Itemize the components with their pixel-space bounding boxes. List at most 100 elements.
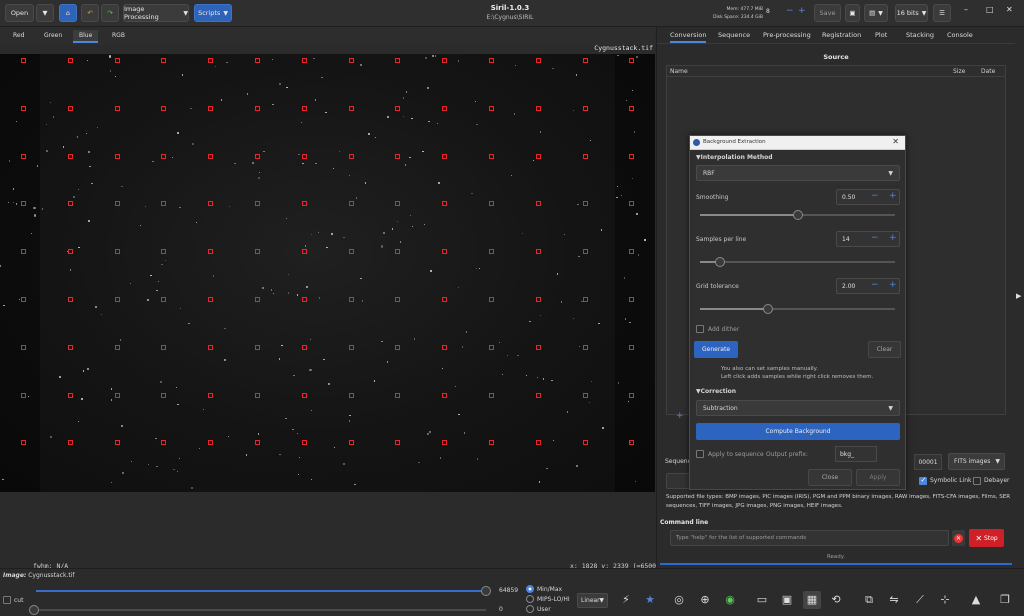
output-format-select[interactable]: FITS images ▼ xyxy=(948,453,1005,470)
background-sample-marker[interactable] xyxy=(21,297,26,302)
background-sample-marker[interactable] xyxy=(161,392,167,398)
background-sample-marker[interactable] xyxy=(67,344,73,350)
redo-button[interactable]: ↷ xyxy=(101,4,119,22)
interpolation-method-select[interactable]: RBF ▼ xyxy=(696,165,900,181)
background-sample-marker[interactable] xyxy=(114,153,120,159)
background-sample-marker[interactable] xyxy=(535,249,541,255)
samples-per-line-spinner[interactable]: 14 − + xyxy=(836,231,900,247)
snapshot-icon[interactable]: ▣ xyxy=(778,591,796,609)
histogram-icon[interactable]: ▦ xyxy=(803,591,821,609)
apply-button[interactable]: Apply xyxy=(856,469,900,486)
background-sample-marker[interactable] xyxy=(489,153,494,159)
background-sample-marker[interactable] xyxy=(255,58,260,63)
background-sample-marker[interactable] xyxy=(21,153,26,159)
zoom-fit-icon[interactable]: ◎ xyxy=(670,591,688,609)
background-sample-marker[interactable] xyxy=(629,392,635,398)
samples-per-line-slider[interactable] xyxy=(700,257,895,267)
background-sample-marker[interactable] xyxy=(582,344,588,350)
background-sample-marker[interactable] xyxy=(489,297,494,302)
background-sample-marker[interactable] xyxy=(21,58,26,63)
background-sample-marker[interactable] xyxy=(301,344,307,350)
background-sample-marker[interactable] xyxy=(208,201,214,207)
background-sample-marker[interactable] xyxy=(489,249,494,255)
close-window-button[interactable]: ✕ xyxy=(1006,5,1013,14)
background-sample-marker[interactable] xyxy=(348,440,354,446)
tab-console[interactable]: Console xyxy=(947,31,973,39)
apply-to-sequence-checkbox[interactable] xyxy=(696,450,704,458)
tab-stacking[interactable]: Stacking xyxy=(906,31,934,39)
mips-radio[interactable] xyxy=(526,595,534,603)
background-sample-marker[interactable] xyxy=(442,440,448,446)
background-sample-marker[interactable] xyxy=(21,440,26,446)
interpolation-section[interactable]: ▼Interpolation Method xyxy=(696,154,773,161)
background-sample-marker[interactable] xyxy=(442,297,448,302)
stretch-mode-select[interactable]: Linear ▼ xyxy=(577,593,608,608)
background-sample-marker[interactable] xyxy=(67,249,73,255)
background-sample-marker[interactable] xyxy=(208,105,214,111)
background-sample-marker[interactable] xyxy=(255,392,260,398)
minmax-radio[interactable] xyxy=(526,585,534,593)
slider-handle[interactable] xyxy=(763,304,774,314)
background-sample-marker[interactable] xyxy=(535,201,541,207)
save-as-menu[interactable]: ▤ ▼ xyxy=(864,4,888,22)
correction-section[interactable]: ▼Correction xyxy=(696,388,736,395)
generate-button[interactable]: Generate xyxy=(694,341,738,358)
stats-icon[interactable]: ▲ xyxy=(967,591,985,609)
increment-icon[interactable]: + xyxy=(889,280,897,290)
tab-rgb[interactable]: RGB xyxy=(106,30,131,41)
background-sample-marker[interactable] xyxy=(114,105,120,111)
background-sample-marker[interactable] xyxy=(255,249,260,255)
main-menu-button[interactable]: ☰ xyxy=(933,4,951,22)
background-sample-marker[interactable] xyxy=(442,344,448,350)
home-button[interactable]: ⌂ xyxy=(59,4,77,22)
background-sample-marker[interactable] xyxy=(489,58,494,63)
background-sample-marker[interactable] xyxy=(161,105,167,111)
background-sample-marker[interactable] xyxy=(348,201,354,207)
clear-samples-button[interactable]: Clear xyxy=(868,341,901,358)
crop-icon[interactable]: ⧉ xyxy=(860,591,878,609)
background-sample-marker[interactable] xyxy=(582,440,588,446)
tab-red[interactable]: Red xyxy=(7,30,30,41)
background-sample-marker[interactable] xyxy=(442,392,448,398)
background-sample-marker[interactable] xyxy=(208,58,214,63)
low-threshold-slider[interactable] xyxy=(36,609,486,611)
background-sample-marker[interactable] xyxy=(535,440,541,446)
tab-registration[interactable]: Registration xyxy=(822,31,861,39)
background-sample-marker[interactable] xyxy=(21,201,26,207)
background-sample-marker[interactable] xyxy=(489,344,494,350)
undo-button[interactable]: ↶ xyxy=(81,4,99,22)
background-sample-marker[interactable] xyxy=(348,105,354,111)
background-sample-marker[interactable] xyxy=(348,297,354,302)
background-sample-marker[interactable] xyxy=(208,297,214,302)
background-sample-marker[interactable] xyxy=(67,153,73,159)
background-sample-marker[interactable] xyxy=(301,105,307,111)
background-sample-marker[interactable] xyxy=(535,58,541,63)
background-sample-marker[interactable] xyxy=(629,153,635,159)
minimize-button[interactable]: – xyxy=(964,5,968,14)
user-radio[interactable] xyxy=(526,605,534,613)
background-sample-marker[interactable] xyxy=(301,297,307,302)
stop-button[interactable]: ✕ Stop xyxy=(969,529,1004,547)
column-size[interactable]: Size xyxy=(953,68,965,75)
background-sample-marker[interactable] xyxy=(442,58,448,63)
background-sample-marker[interactable] xyxy=(161,249,167,255)
target-icon[interactable]: ◉ xyxy=(721,591,739,609)
background-sample-marker[interactable] xyxy=(67,297,73,302)
tab-plot[interactable]: Plot xyxy=(875,31,887,39)
background-sample-marker[interactable] xyxy=(21,392,26,398)
decrement-icon[interactable]: − xyxy=(871,280,879,290)
photometry-icon[interactable]: ★ xyxy=(641,591,659,609)
background-sample-marker[interactable] xyxy=(395,105,401,111)
increment-icon[interactable]: + xyxy=(889,191,897,201)
expand-panel-arrow[interactable]: ▶ xyxy=(1016,292,1021,300)
background-sample-marker[interactable] xyxy=(255,297,260,302)
background-sample-marker[interactable] xyxy=(395,201,401,207)
background-sample-marker[interactable] xyxy=(582,153,588,159)
compute-background-button[interactable]: Compute Background xyxy=(696,423,900,440)
background-sample-marker[interactable] xyxy=(395,58,401,63)
background-sample-marker[interactable] xyxy=(395,392,401,398)
background-sample-marker[interactable] xyxy=(161,58,167,63)
background-sample-marker[interactable] xyxy=(67,440,73,446)
background-sample-marker[interactable] xyxy=(442,153,448,159)
background-sample-marker[interactable] xyxy=(161,201,167,207)
